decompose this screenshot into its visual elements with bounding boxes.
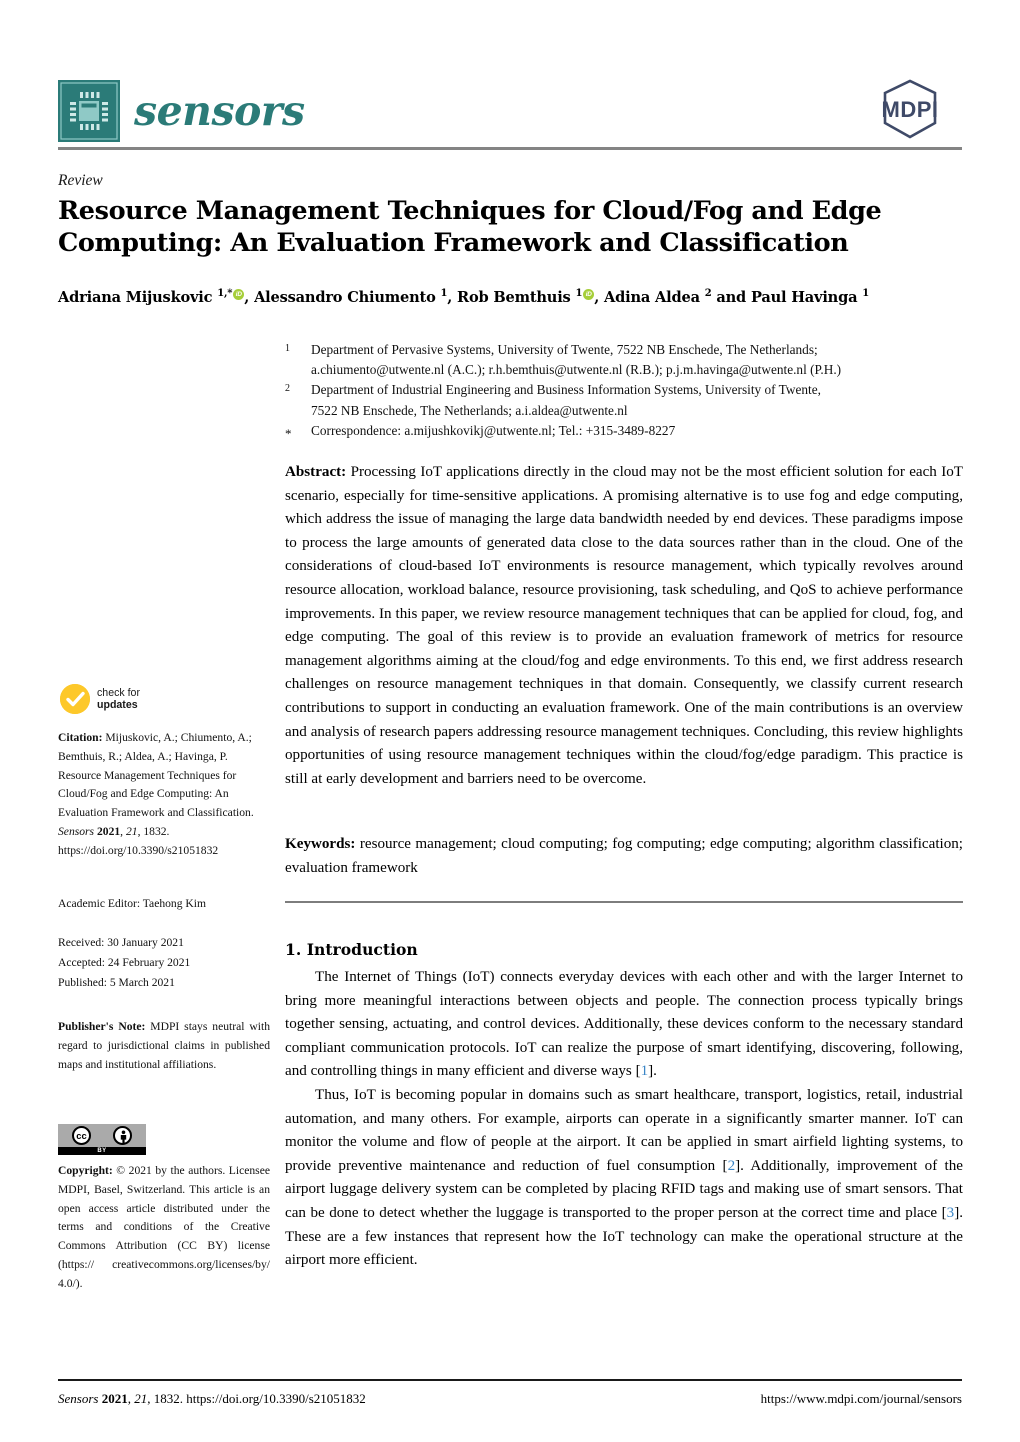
affiliation-line: Department of Industrial Engineering and… [311, 382, 821, 398]
keywords-section: Keywords: resource management; cloud com… [285, 833, 963, 880]
page-title: Resource Management Techniques for Cloud… [58, 196, 882, 259]
author-entry-2[interactable]: Rob Bemthuis 1 [457, 288, 595, 306]
citation-doi[interactable]: https://doi.org/10.3390/s21051832 [58, 844, 218, 857]
affiliation-row: * Correspondence: a.mijushkovikj@utwente… [285, 421, 965, 444]
author-affil-mark: 1 [575, 288, 583, 299]
author-sep-0: , [244, 288, 255, 306]
affiliation-row: 2 Department of Industrial Engineering a… [285, 380, 965, 420]
body-content: The Internet of Things (IoT) connects ev… [285, 966, 963, 1273]
paper-page: sensors MDPI Review Resource Management … [0, 0, 1020, 1442]
paragraph-2: Thus, IoT is becoming popular in domains… [285, 1084, 963, 1273]
paragraph-1: The Internet of Things (IoT) connects ev… [285, 966, 963, 1084]
author-name: Alessandro Chiumento [254, 288, 436, 306]
abstract-text: Processing IoT applications directly in … [285, 464, 964, 787]
date-published: Published: 5 March 2021 [58, 975, 175, 989]
publishers-note: Publisher's Note: MDPI stays neutral wit… [58, 1018, 270, 1074]
author-name: Rob Bemthuis [457, 288, 571, 306]
affiliation-line: Department of Pervasive Systems, Univers… [311, 342, 818, 357]
creative-commons-badge[interactable]: cc BY [58, 1124, 146, 1155]
person-icon [113, 1126, 132, 1145]
author-entry-4[interactable]: Paul Havinga 1 [750, 288, 870, 306]
footer-article: 1832. [153, 1391, 183, 1406]
date-received: Received: 30 January 2021 [58, 936, 184, 949]
paragraph-1-text-a: The Internet of Things (IoT) connects ev… [285, 969, 963, 1080]
affiliation-line: a.chiumento@utwente.nl (A.C.); r.h.bemth… [311, 362, 842, 378]
affiliation-text: Department of Industrial Engineering and… [311, 380, 965, 420]
introduction-divider [285, 901, 963, 903]
author-list: Adriana Mijuskovic 1,*, Alessandro Chium… [58, 288, 958, 306]
journal-brand[interactable]: sensors [58, 80, 305, 142]
check-for-updates-badge[interactable]: check for updates [60, 681, 178, 717]
keywords-label: Keywords: [285, 836, 356, 852]
document-type-label: Review [58, 172, 103, 189]
author-sep-3: and [711, 288, 751, 306]
copyright-label: Copyright: [58, 1164, 113, 1177]
footer-doi[interactable]: https://doi.org/10.3390/s21051832 [186, 1391, 366, 1406]
publishers-note-label: Publisher's Note: [58, 1020, 146, 1033]
citation-year: 2021 [96, 824, 121, 838]
citation-article: 1832. [143, 824, 170, 838]
date-accepted: Accepted: 24 February 2021 [58, 955, 191, 969]
citation-volume: 21 [125, 824, 138, 838]
citation-block: Citation: Mijuskovic, A.; Chiumento, A.;… [58, 731, 254, 857]
orcid-icon[interactable] [583, 288, 595, 300]
masthead: sensors MDPI [58, 75, 962, 147]
mdpi-logo[interactable]: MDPI [858, 79, 962, 143]
cc-icon: cc [72, 1126, 91, 1145]
correspondence-text: Correspondence: a.mijushkovikj@utwente.n… [311, 421, 965, 444]
footer-year: 2021 [101, 1391, 128, 1406]
publication-dates: Received: 30 January 2021 Accepted: 24 F… [58, 933, 270, 993]
section-heading-introduction: 1. Introduction [285, 940, 418, 959]
footer-url[interactable]: https://www.mdpi.com/journal/sensors [761, 1391, 962, 1407]
microchip-icon [58, 80, 120, 142]
citation-ref-2[interactable]: 2 [728, 1158, 736, 1174]
citation-text: Mijuskovic, A.; Chiumento, A.; Bemthuis,… [58, 731, 254, 820]
header-divider [58, 147, 962, 150]
orcid-icon[interactable] [233, 288, 245, 300]
footer-journal: Sensors [58, 1391, 99, 1406]
page-footer: Sensors 2021, 21, 1832. https://doi.org/… [58, 1391, 962, 1407]
affiliation-mark: 1 [285, 343, 290, 354]
footer-volume: 21 [134, 1391, 148, 1406]
author-sep-1: , [447, 288, 458, 306]
affiliation-line: 7522 NB Enschede, The Netherlands; a.i.a… [311, 402, 628, 418]
author-affil-mark: 2 [704, 288, 712, 299]
author-entry-1[interactable]: Alessandro Chiumento 1 [254, 288, 447, 306]
affiliation-line: Correspondence: a.mijushkovikj@utwente.n… [311, 422, 676, 438]
footer-citation: Sensors 2021, 21, 1832. https://doi.org/… [58, 1391, 366, 1406]
author-affil-mark: 1 [862, 288, 870, 299]
journal-title: sensors [134, 86, 305, 135]
author-entry-3[interactable]: Adina Aldea 2 [604, 288, 712, 306]
copyright-block: Copyright: © 2021 by the authors. Licens… [58, 1162, 270, 1293]
citation-journal: Sensors [58, 824, 95, 838]
copyright-text: © 2021 by the authors. Licensee MDPI, Ba… [58, 1164, 270, 1290]
check-circle-icon [60, 684, 90, 714]
footer-divider [58, 1379, 962, 1381]
author-sep-2: , [594, 288, 604, 306]
abstract-section: Abstract: Processing IoT applications di… [285, 461, 963, 792]
svg-text:MDPI: MDPI [882, 97, 939, 122]
correspondence-mark: * [285, 425, 292, 441]
cc-by-label: BY [58, 1147, 146, 1155]
affiliation-row: 1 Department of Pervasive Systems, Unive… [285, 340, 965, 380]
affiliation-text: Department of Pervasive Systems, Univers… [311, 340, 965, 380]
author-entry-0[interactable]: Adriana Mijuskovic 1,* [58, 288, 245, 306]
academic-editor: Academic Editor: Taehong Kim [58, 897, 207, 910]
keywords-text: resource management; cloud computing; fo… [285, 836, 963, 876]
citation-label: Citation: [58, 731, 103, 744]
check-for-updates-label: check for updates [97, 687, 140, 712]
author-name: Paul Havinga [750, 288, 858, 306]
author-name: Adriana Mijuskovic [58, 288, 213, 306]
author-affil-mark: 1,* [217, 288, 233, 299]
paragraph-1-text-b: ]. [648, 1063, 657, 1080]
cfu-line-2: updates [97, 699, 138, 711]
cc-badge-top: cc [58, 1124, 146, 1147]
abstract-label: Abstract: [285, 464, 347, 480]
affiliations-list: 1 Department of Pervasive Systems, Unive… [285, 340, 965, 444]
cfu-line-1: check for [97, 686, 140, 699]
affiliation-mark: 2 [285, 383, 290, 395]
author-name: Adina Aldea [604, 288, 700, 306]
